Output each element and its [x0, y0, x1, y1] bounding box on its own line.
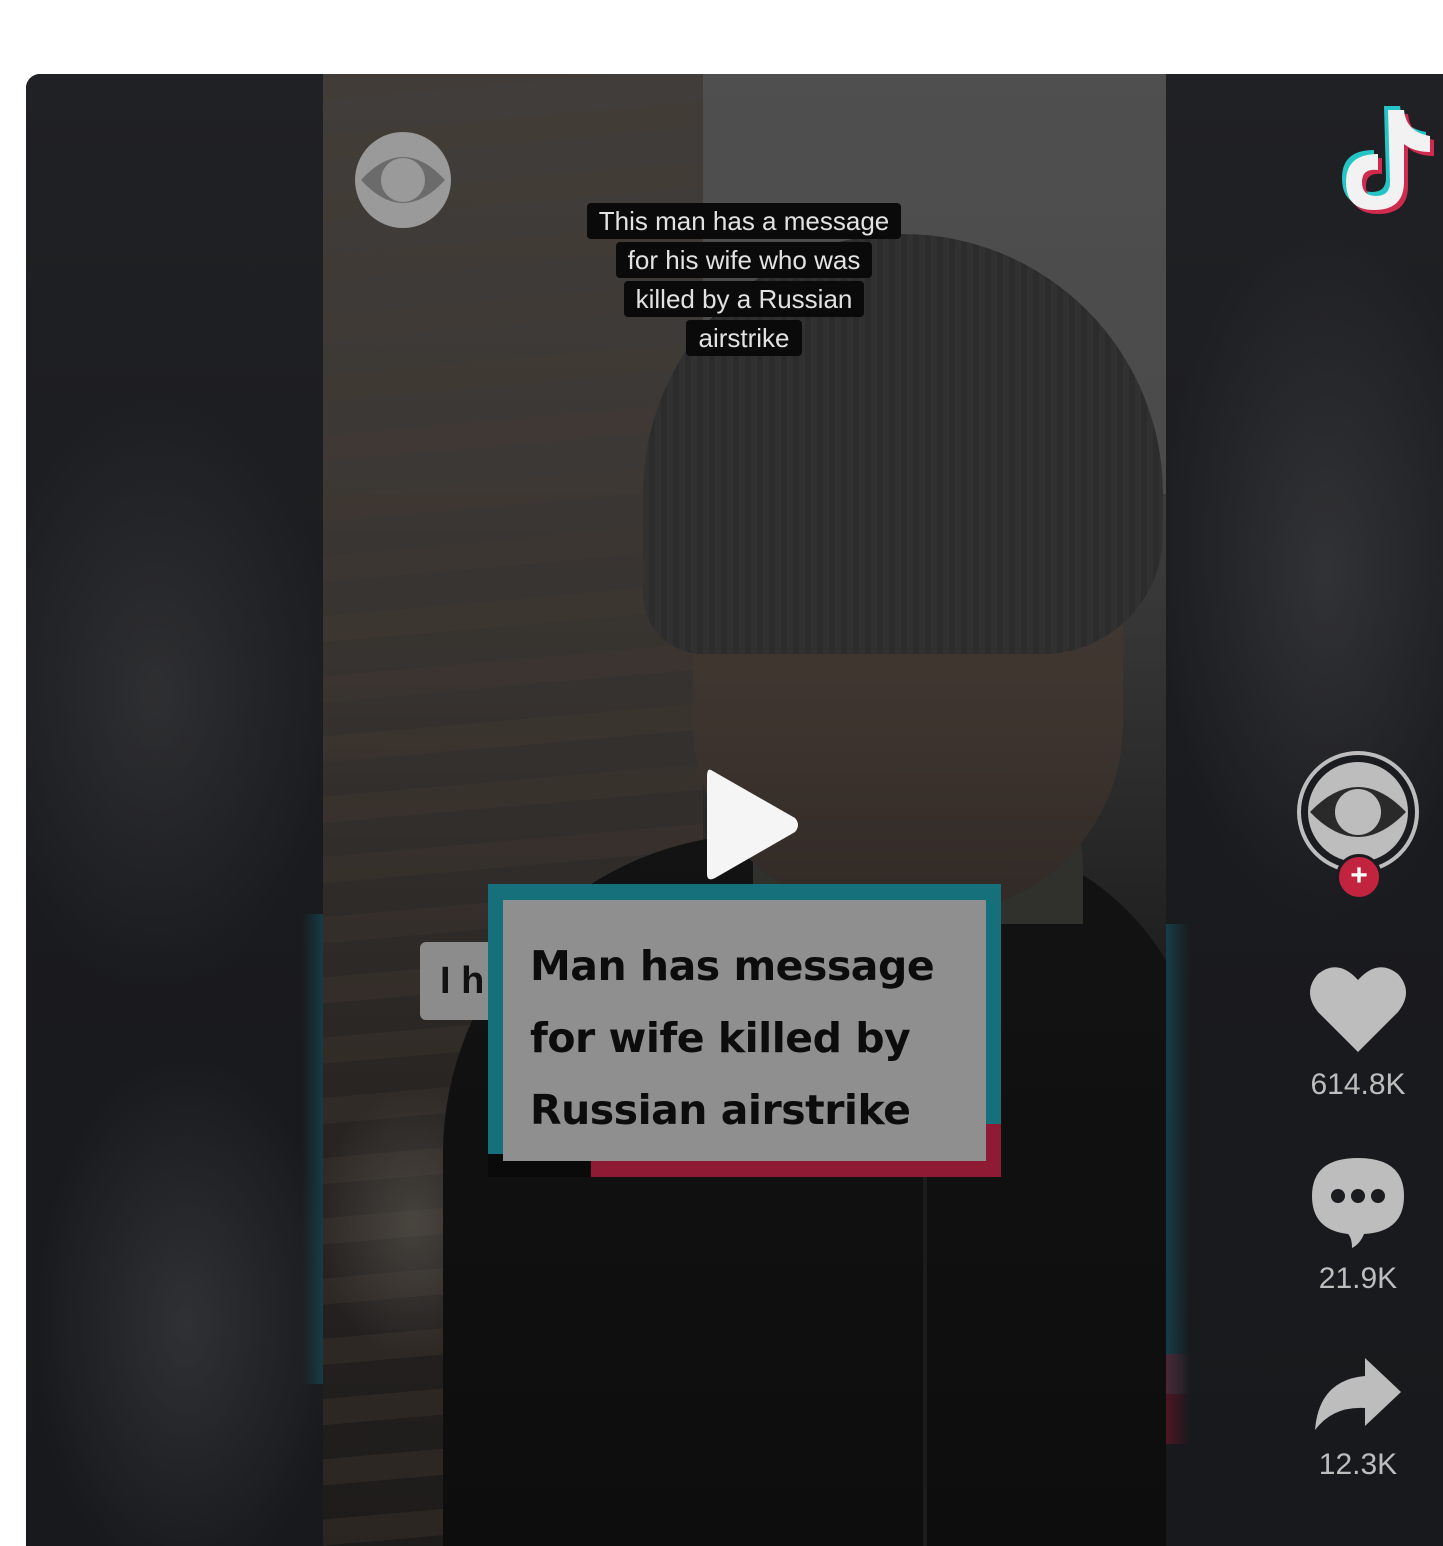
share-button[interactable]: 12.3K — [1296, 1354, 1420, 1482]
caption-line: killed by a Russian — [623, 281, 865, 317]
comment-button[interactable]: 21.9K — [1296, 1154, 1420, 1296]
heart-icon — [1310, 967, 1406, 1052]
like-count: 614.8K — [1310, 1068, 1406, 1101]
like-button[interactable]: 614.8K — [1296, 962, 1420, 1102]
blur-glow-right-red — [1166, 1354, 1190, 1444]
blur-glow-left — [302, 914, 324, 1384]
share-count: 12.3K — [1318, 1448, 1398, 1481]
play-icon[interactable] — [703, 764, 803, 886]
caption-line: airstrike — [686, 320, 802, 356]
video-player[interactable]: This man has a message for his wife who … — [323, 74, 1166, 1546]
tiktok-embed: This man has a message for his wife who … — [26, 74, 1443, 1546]
blur-glow-right — [1166, 924, 1190, 1394]
caption-line: for his wife who was — [615, 242, 873, 278]
comment-count: 21.9K — [1318, 1262, 1398, 1295]
title-card-line: Man has message — [530, 942, 935, 990]
comment-icon — [1312, 1158, 1404, 1248]
share-icon — [1315, 1358, 1401, 1430]
tiktok-logo-icon[interactable] — [1326, 102, 1436, 218]
title-card: Man has message for wife killed by Russi… — [503, 900, 986, 1161]
follow-button[interactable]: + — [1336, 854, 1382, 900]
title-card-line: Russian airstrike — [530, 1086, 911, 1134]
title-card-line: for wife killed by — [530, 1014, 911, 1062]
cbs-eye-icon — [355, 132, 451, 228]
caption-line: This man has a message — [586, 203, 902, 239]
video-caption: This man has a message for his wife who … — [544, 202, 944, 358]
